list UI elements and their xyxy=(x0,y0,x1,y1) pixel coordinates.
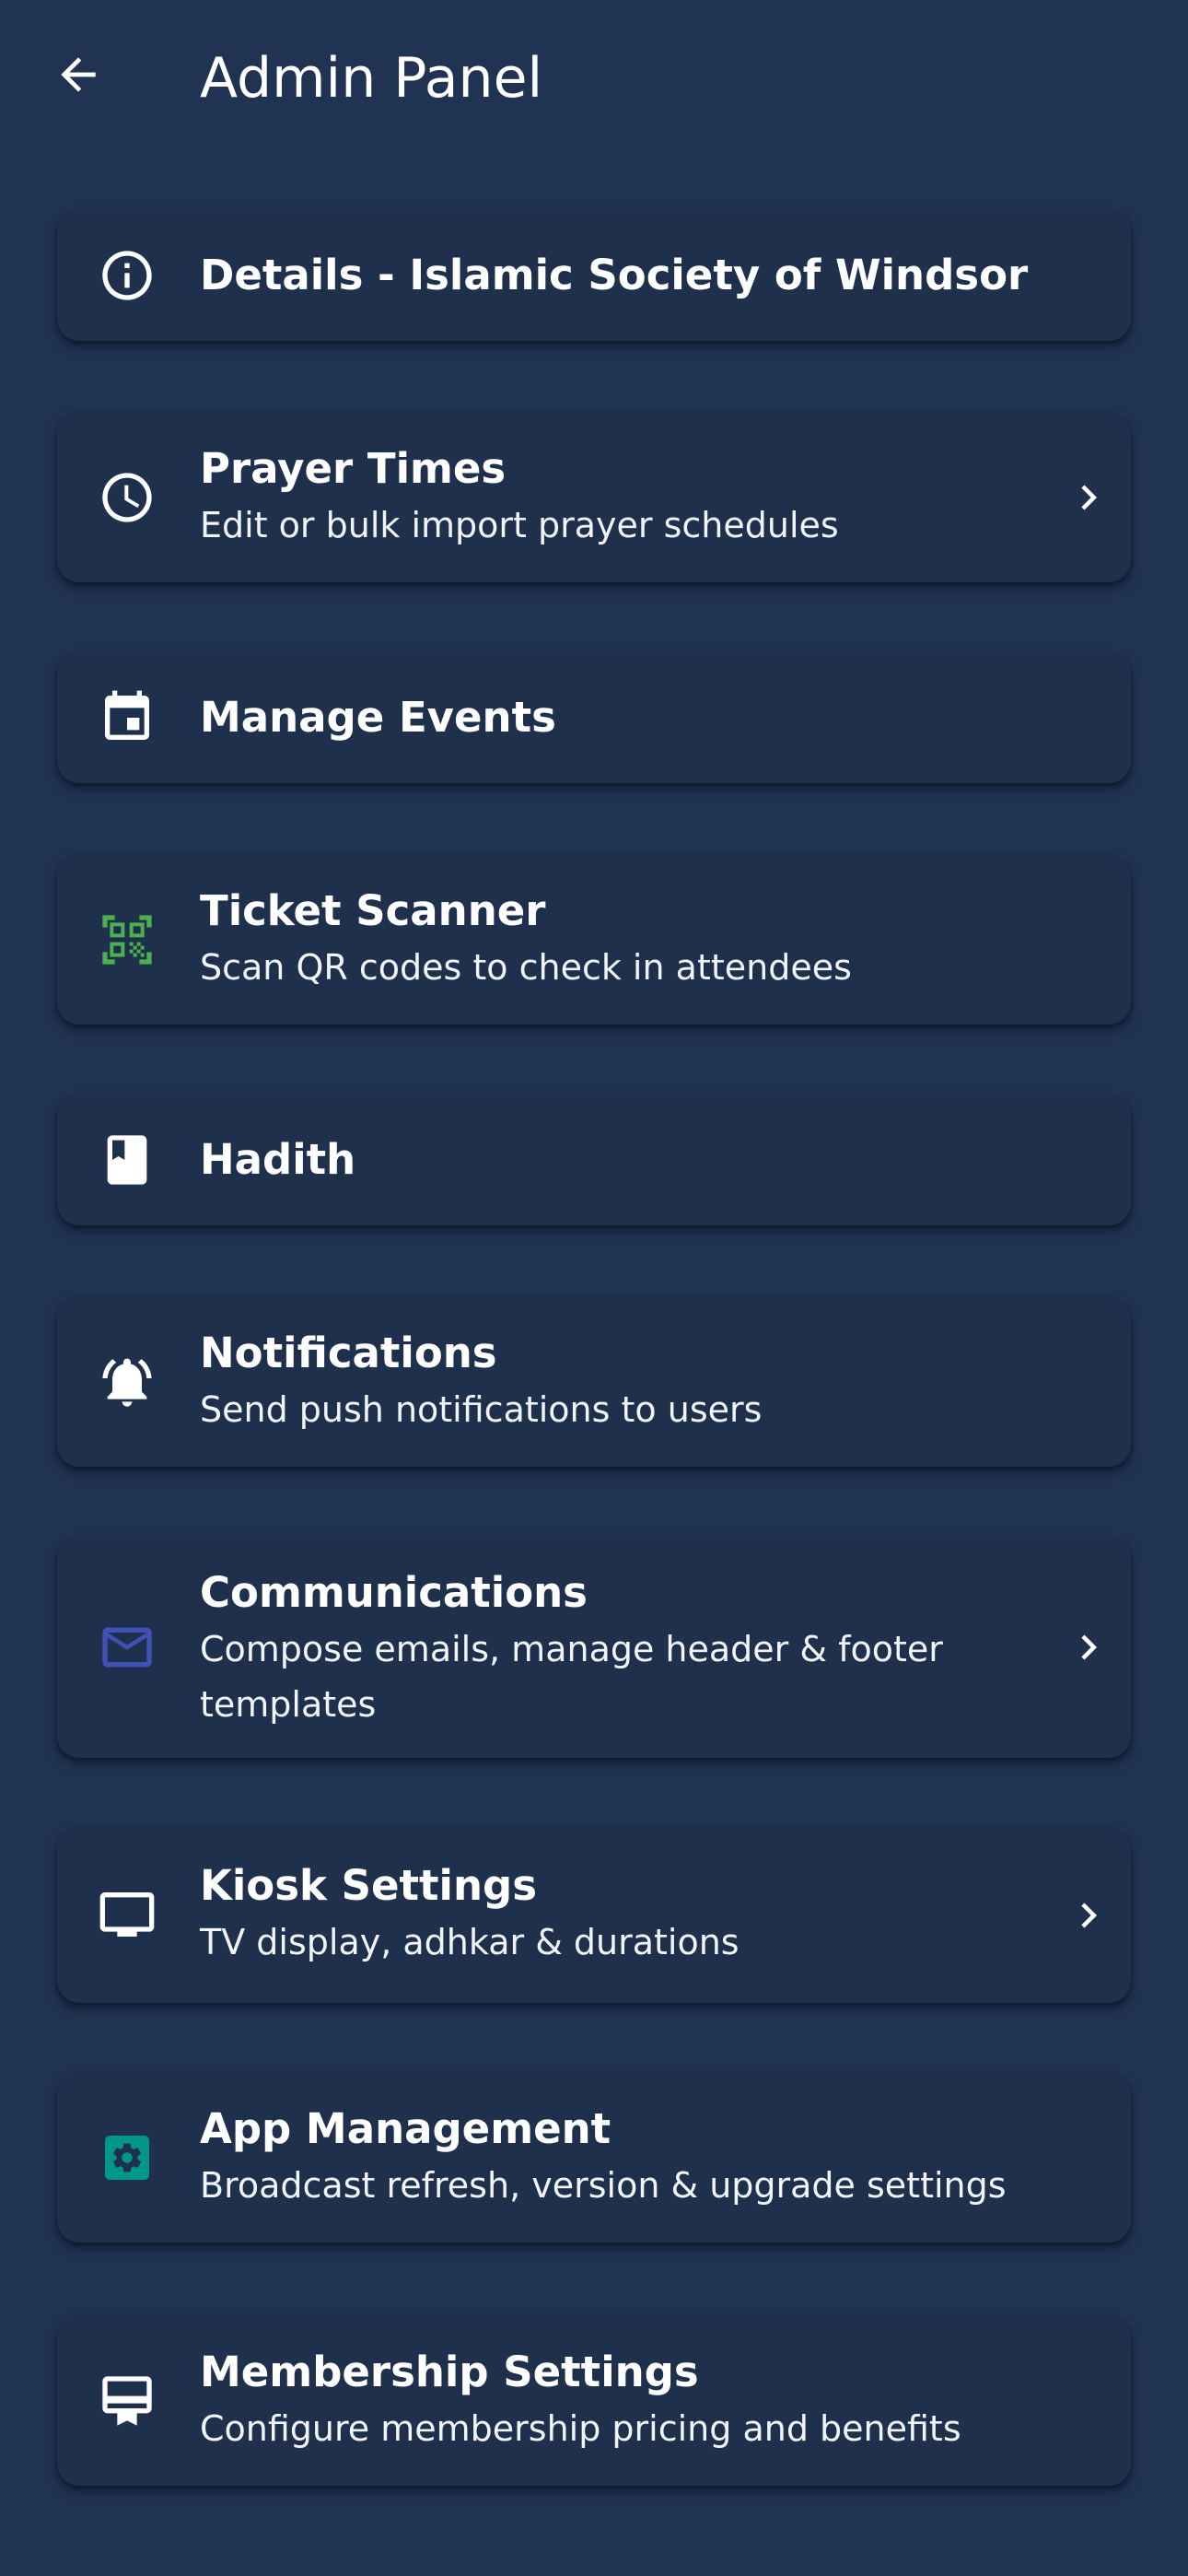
page-title: Admin Panel xyxy=(200,46,543,111)
qr-code-scanner-icon xyxy=(98,910,157,969)
app-bar: Admin Panel xyxy=(0,0,1188,157)
chevron-right-icon xyxy=(1061,1620,1116,1675)
menu-item-manage-events[interactable]: Manage Events xyxy=(57,652,1131,783)
info-icon xyxy=(98,246,157,305)
book-icon xyxy=(98,1130,157,1189)
chevron-right-icon xyxy=(1061,1888,1116,1943)
settings-app-icon xyxy=(98,2128,157,2187)
menu-item-app-management[interactable]: App Management Broadcast refresh, versio… xyxy=(57,2073,1131,2242)
back-button[interactable] xyxy=(46,42,111,107)
mail-icon xyxy=(98,1618,157,1677)
menu-item-prayer-times[interactable]: Prayer Times Edit or bulk import prayer … xyxy=(57,413,1131,582)
arrow-left-icon xyxy=(61,57,96,92)
menu-item-ticket-scanner[interactable]: Ticket Scanner Scan QR codes to check in… xyxy=(57,855,1131,1025)
menu-item-subtitle: Edit or bulk import prayer schedules xyxy=(200,505,839,545)
membership-card-icon xyxy=(98,2371,157,2430)
menu-item-details[interactable]: Details - Islamic Society of Windsor xyxy=(57,210,1131,341)
menu-item-communications[interactable]: Communications Compose emails, manage he… xyxy=(57,1537,1131,1758)
menu-item-membership-settings[interactable]: Membership Settings Configure membership… xyxy=(57,2316,1131,2486)
menu-item-subtitle: Send push notifications to users xyxy=(200,1389,763,1430)
menu-item-title: Notifications xyxy=(200,1329,497,1377)
menu-item-title: Communications xyxy=(200,1568,588,1617)
menu-item-subtitle: Scan QR codes to check in attendees xyxy=(200,947,852,988)
menu-item-kiosk-settings[interactable]: Kiosk Settings TV display, adhkar & dura… xyxy=(57,1828,1131,2003)
notification-bell-icon xyxy=(98,1352,157,1411)
tv-icon xyxy=(98,1885,157,1944)
menu-item-title: Kiosk Settings xyxy=(200,1861,537,1910)
menu-item-hadith[interactable]: Hadith xyxy=(57,1095,1131,1225)
menu-item-title: Prayer Times xyxy=(200,444,507,493)
menu-item-subtitle: Compose emails, manage header & footer t… xyxy=(200,1629,943,1725)
menu-item-title: Manage Events xyxy=(200,693,556,742)
menu-item-subtitle: TV display, adhkar & durations xyxy=(200,1922,740,1962)
calendar-icon xyxy=(98,688,157,747)
menu-item-subtitle: Broadcast refresh, version & upgrade set… xyxy=(200,2165,1007,2206)
menu-item-title: Hadith xyxy=(200,1135,356,1184)
chevron-right-icon xyxy=(1061,470,1116,525)
menu-item-title: Ticket Scanner xyxy=(200,886,546,935)
menu-item-subtitle: Configure membership pricing and benefit… xyxy=(200,2408,961,2449)
clock-icon xyxy=(98,468,157,527)
menu-item-title: Details - Islamic Society of Windsor xyxy=(200,251,1029,299)
menu-item-title: Membership Settings xyxy=(200,2348,699,2396)
menu-item-notifications[interactable]: Notifications Send push notifications to… xyxy=(57,1297,1131,1467)
menu-item-title: App Management xyxy=(200,2104,611,2153)
